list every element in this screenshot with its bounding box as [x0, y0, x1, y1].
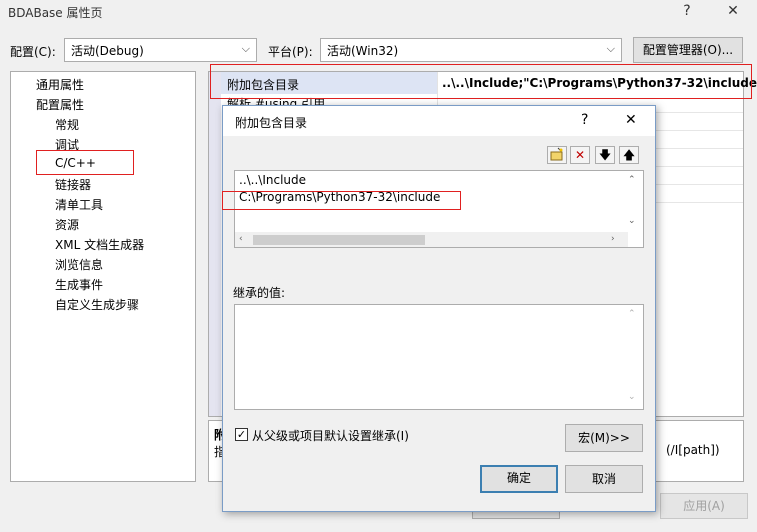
dialog-ok-button[interactable]: 确定 — [480, 465, 558, 493]
scroll-right-icon[interactable]: › — [611, 234, 615, 244]
tree-item-browse-info[interactable]: 浏览信息 — [55, 256, 103, 273]
include-dirs-dialog: 附加包含目录 ? ✕ ✕ 🡇 🡅 ..\..\Include C:\Progra… — [222, 105, 656, 512]
scroll-down-icon[interactable]: ⌄ — [628, 216, 636, 226]
tree-item-custom-build[interactable]: 自定义生成步骤 — [55, 296, 139, 313]
dialog-help-button[interactable]: ? — [581, 112, 588, 128]
tree-item-build-events[interactable]: 生成事件 — [55, 276, 103, 293]
grid-gutter — [209, 72, 221, 416]
scroll-left-icon[interactable]: ‹ — [239, 234, 243, 244]
help-button[interactable]: ? — [674, 2, 700, 20]
scroll-up-icon[interactable]: ⌃ — [628, 175, 636, 185]
window-title: BDABase 属性页 — [8, 6, 103, 20]
chevron-down-icon: ⌵ — [606, 42, 615, 55]
dialog-close-icon[interactable]: ✕ — [625, 112, 637, 128]
dialog-title: 附加包含目录 — [235, 116, 308, 130]
scroll-up-icon: ⌃ — [628, 309, 636, 319]
config-label: 配置(C): — [10, 45, 56, 59]
move-down-icon[interactable]: 🡇 — [595, 146, 615, 164]
apply-button[interactable]: 应用(A) — [660, 493, 748, 519]
platform-label: 平台(P): — [268, 45, 313, 59]
inherit-checkbox[interactable]: ✓ — [235, 428, 248, 441]
description-switch: (/I[path]) — [666, 443, 720, 457]
platform-combo[interactable]: 活动(Win32) ⌵ — [320, 38, 622, 62]
tree-item-config-props[interactable]: 配置属性 — [36, 96, 84, 113]
inherited-values-box — [234, 304, 644, 410]
delete-icon[interactable]: ✕ — [570, 146, 590, 164]
close-icon[interactable]: ✕ — [720, 2, 746, 20]
scroll-down-icon: ⌄ — [628, 392, 636, 402]
highlight-box-include-dirs — [210, 64, 752, 99]
tree-item-common[interactable]: 常规 — [55, 116, 79, 133]
tree-item-resources[interactable]: 资源 — [55, 216, 79, 233]
new-line-icon[interactable] — [547, 146, 567, 164]
highlight-box-cpp — [36, 150, 134, 175]
macro-button[interactable]: 宏(M)>> — [565, 424, 643, 452]
tree-item-xml-doc[interactable]: XML 文档生成器 — [55, 236, 144, 253]
list-item[interactable]: ..\..\Include — [239, 173, 306, 187]
scroll-thumb[interactable] — [253, 235, 425, 245]
tree-item-linker[interactable]: 链接器 — [55, 176, 91, 193]
move-up-icon[interactable]: 🡅 — [619, 146, 639, 164]
highlight-box-python-path — [222, 191, 461, 210]
chevron-down-icon: ⌵ — [241, 42, 250, 55]
inherited-label: 继承的值: — [233, 286, 286, 300]
tree-item-general[interactable]: 通用属性 — [36, 76, 84, 93]
config-value: 活动(Debug) — [71, 44, 144, 58]
tree-item-manifest-tool[interactable]: 清单工具 — [55, 196, 103, 213]
platform-value: 活动(Win32) — [327, 44, 399, 58]
dialog-cancel-button[interactable]: 取消 — [565, 465, 643, 493]
inherit-checkbox-label[interactable]: 从父级或项目默认设置继承(I) — [252, 427, 409, 444]
config-combo[interactable]: 活动(Debug) ⌵ — [64, 38, 257, 62]
config-manager-button[interactable]: 配置管理器(O)... — [633, 37, 743, 63]
